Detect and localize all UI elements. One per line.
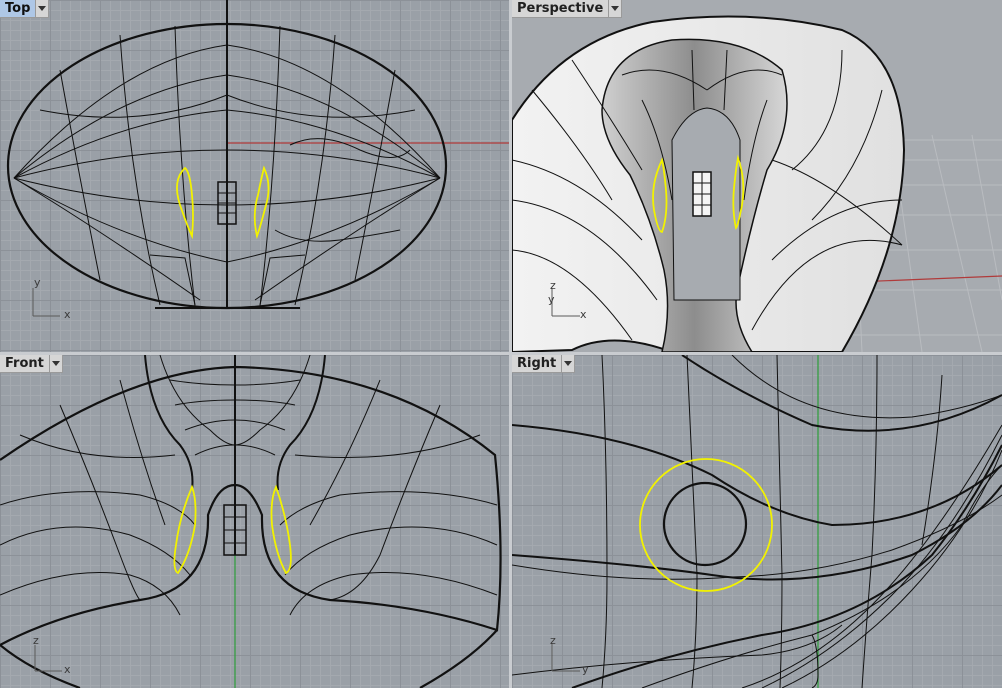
- viewport-tab-front[interactable]: Front: [0, 355, 63, 373]
- viewport-title-top[interactable]: Top: [0, 0, 37, 18]
- axis-label-x: x: [580, 308, 587, 321]
- axis-label-z: z: [550, 634, 556, 647]
- axis-label-x: x: [64, 663, 71, 676]
- right-view-scene: z y: [512, 355, 1002, 688]
- viewport-top[interactable]: Top y x: [0, 0, 509, 352]
- viewport-title-right[interactable]: Right: [512, 355, 563, 373]
- chevron-down-icon[interactable]: [562, 355, 576, 373]
- front-view-scene: z x: [0, 355, 502, 688]
- axis-label-y: y: [548, 293, 555, 306]
- viewport-right[interactable]: Right z y: [512, 355, 1002, 688]
- viewport-tab-right[interactable]: Right: [512, 355, 576, 373]
- axis-label-z: z: [550, 279, 556, 292]
- perspective-scene: z y x: [512, 15, 1002, 352]
- selected-circle: [639, 458, 773, 592]
- top-view-scene: y x: [6, 0, 509, 321]
- chevron-down-icon[interactable]: [609, 0, 623, 18]
- seat-hole: [662, 481, 748, 567]
- viewport-tab-top[interactable]: Top: [0, 0, 50, 18]
- selected-curves: [176, 165, 270, 240]
- viewport-perspective[interactable]: Perspective z y x: [512, 0, 1002, 352]
- viewport-title-perspective[interactable]: Perspective: [512, 0, 610, 18]
- viewport-front[interactable]: Front z x: [0, 355, 509, 688]
- axis-label-y: y: [34, 276, 41, 289]
- viewport-title-front[interactable]: Front: [0, 355, 50, 373]
- axis-label-y: y: [582, 663, 589, 676]
- chevron-down-icon[interactable]: [49, 355, 63, 373]
- axis-label-z: z: [33, 634, 39, 647]
- axis-indicator: [32, 288, 60, 317]
- axis-indicator: [34, 645, 62, 672]
- viewport-tab-perspective[interactable]: Perspective: [512, 0, 623, 18]
- chevron-down-icon[interactable]: [36, 0, 50, 18]
- axis-indicator: [551, 643, 580, 672]
- axis-label-x: x: [64, 308, 71, 321]
- chair-outline: [0, 365, 502, 646]
